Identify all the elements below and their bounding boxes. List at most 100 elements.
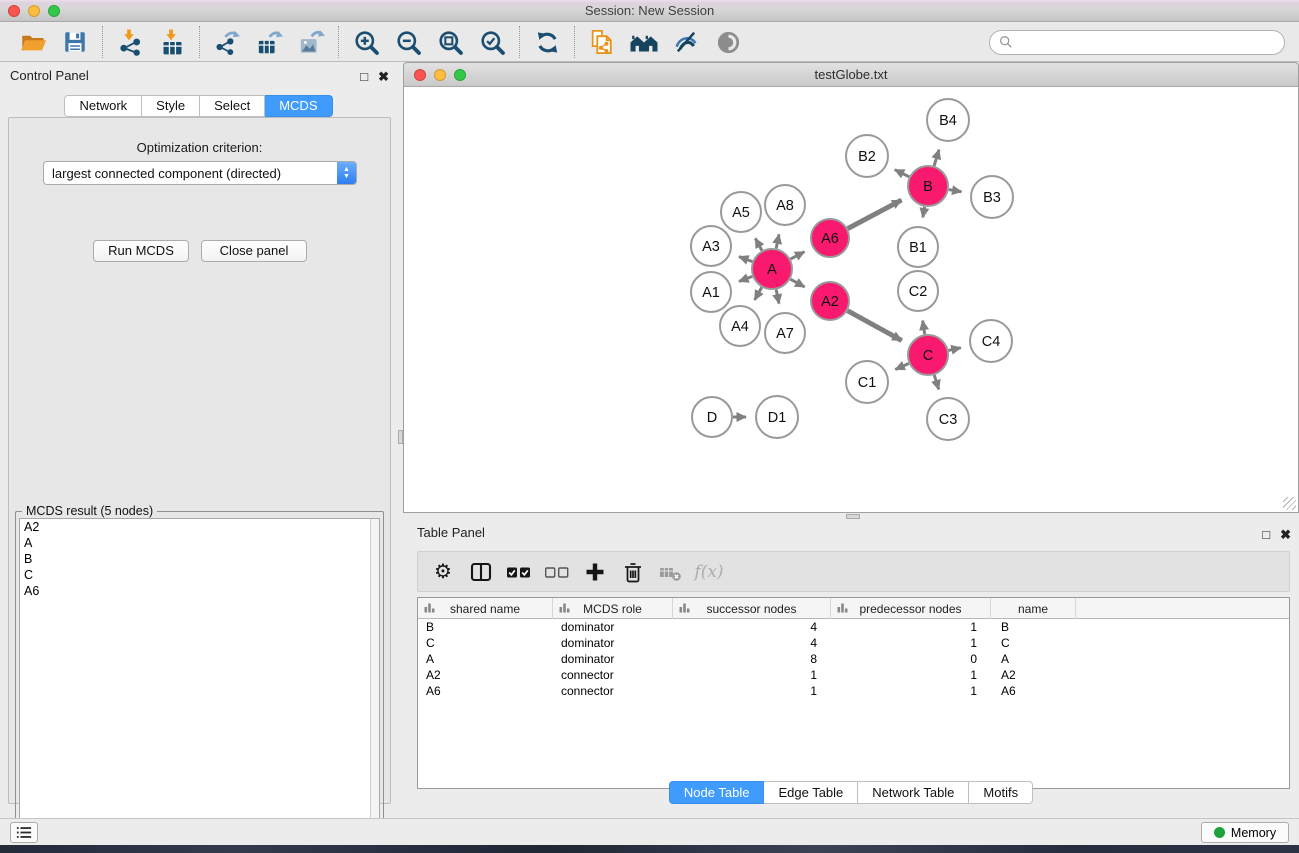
graph-edge-C-C4[interactable] [948,348,960,351]
tab-network[interactable]: Network [64,95,142,117]
show-details-button[interactable] [710,26,746,58]
graph-edge-A2-C[interactable] [848,311,902,341]
column-header-predecessor-nodes[interactable]: predecessor nodes [831,598,991,619]
graph-node-A8[interactable]: A8 [765,185,805,225]
tab-edge-table[interactable]: Edge Table [764,781,858,804]
home-button[interactable] [626,26,662,58]
table-cell[interactable]: C [991,635,1076,651]
graph-edge-C-C2[interactable] [923,321,925,335]
table-cell[interactable]: connector [553,683,673,699]
table-cell[interactable]: C [418,635,553,651]
minimize-view-button[interactable] [434,69,446,81]
graph-node-A7[interactable]: A7 [765,313,805,353]
graph-edge-A-A7[interactable] [776,290,779,304]
graph-node-D1[interactable]: D1 [756,396,798,438]
show-columns-button[interactable] [464,556,498,588]
table-row[interactable]: Bdominator41B [418,619,1289,635]
minimize-window-button[interactable] [28,5,40,17]
tab-mcds[interactable]: MCDS [265,95,332,117]
result-list-item[interactable]: A6 [20,583,370,599]
horizontal-splitter[interactable] [403,513,1299,520]
graph-node-C1[interactable]: C1 [846,361,888,403]
resize-grip[interactable] [1283,497,1296,510]
graph-edge-B-B2[interactable] [895,170,909,177]
export-image-button[interactable] [293,26,329,58]
delete-column-button[interactable] [616,556,650,588]
tab-select[interactable]: Select [200,95,265,117]
task-history-button[interactable] [10,822,38,843]
table-cell[interactable]: B [991,619,1076,635]
zoom-window-button[interactable] [48,5,60,17]
result-list-scrollbar[interactable] [370,518,380,848]
column-header-name[interactable]: name [991,598,1076,619]
splitter-handle[interactable] [846,514,860,519]
table-cell[interactable] [1076,651,1289,667]
search-field[interactable] [989,30,1285,55]
zoom-out-button[interactable] [390,26,426,58]
zoom-in-button[interactable] [348,26,384,58]
graph-edge-C-C1[interactable] [895,363,908,369]
table-cell[interactable] [1076,683,1289,699]
graph-node-B3[interactable]: B3 [971,176,1013,218]
run-mcds-button[interactable]: Run MCDS [93,240,189,262]
create-column-button[interactable] [578,556,612,588]
table-cell[interactable] [1076,635,1289,651]
close-view-button[interactable] [414,69,426,81]
tab-node-table[interactable]: Node Table [669,781,765,804]
delete-table-button[interactable] [654,556,688,588]
graph-edge-B-B3[interactable] [949,190,962,192]
table-cell[interactable]: dominator [553,619,673,635]
table-cell[interactable] [1076,667,1289,683]
graph-edge-A6-B[interactable] [848,200,902,229]
graph-edge-B-B1[interactable] [923,207,925,218]
save-session-button[interactable] [57,26,93,58]
network-canvas[interactable]: B4B2BB3A5A8A6A3AB1A1A2C2A4A7C4CC1C3DD1 [403,87,1299,513]
graph-node-B4[interactable]: B4 [927,99,969,141]
graph-node-C[interactable]: C [908,335,948,375]
table-cell[interactable]: 1 [673,667,831,683]
hide-graphics-details-button[interactable] [668,26,704,58]
graph-node-A[interactable]: A [752,249,792,289]
export-network-button[interactable] [209,26,245,58]
import-network-button[interactable] [112,26,148,58]
mcds-result-list[interactable]: A2ABCA6 [19,518,371,848]
table-cell[interactable]: connector [553,667,673,683]
network-window-titlebar[interactable]: testGlobe.txt [403,62,1299,87]
table-row[interactable]: Cdominator41C [418,635,1289,651]
result-list-item[interactable]: C [20,567,370,583]
select-all-columns-button[interactable] [502,556,536,588]
graph-node-B[interactable]: B [908,166,948,206]
criterion-dropdown[interactable]: largest connected component (directed) ▲… [43,161,357,185]
graph-edge-B-B4[interactable] [934,150,939,166]
table-cell[interactable]: dominator [553,635,673,651]
node-table[interactable]: shared name MCDS role successor nodes pr… [417,597,1290,789]
graph-edge-C-C3[interactable] [934,375,938,389]
graph-node-A4[interactable]: A4 [720,306,760,346]
zoom-selected-button[interactable] [474,26,510,58]
zoom-view-button[interactable] [454,69,466,81]
result-list-item[interactable]: A [20,535,370,551]
import-table-button[interactable] [154,26,190,58]
splitter-handle[interactable] [398,430,403,444]
table-cell[interactable]: A2 [418,667,553,683]
table-cell[interactable]: A2 [991,667,1076,683]
graph-node-C2[interactable]: C2 [898,271,938,311]
function-builder-button[interactable]: f(x) [692,556,726,588]
table-cell[interactable]: 4 [673,635,831,651]
graph-edge-A-A4[interactable] [755,287,762,300]
column-header-successor-nodes[interactable]: successor nodes [673,598,831,619]
graph-node-A5[interactable]: A5 [721,192,761,232]
table-cell[interactable]: 1 [831,667,991,683]
table-cell[interactable]: 0 [831,651,991,667]
table-settings-button[interactable]: ⚙ [426,556,460,588]
column-header-shared-name[interactable]: shared name [418,598,553,619]
tab-style[interactable]: Style [142,95,200,117]
table-row[interactable]: A6connector11A6 [418,683,1289,699]
table-cell[interactable]: 1 [831,619,991,635]
close-panel-icon[interactable]: ✖ [378,70,389,83]
graph-edge-A-A1[interactable] [739,276,752,281]
table-cell[interactable]: 8 [673,651,831,667]
open-file-button[interactable] [15,26,51,58]
table-cell[interactable] [1076,619,1289,635]
zoom-fit-button[interactable] [432,26,468,58]
